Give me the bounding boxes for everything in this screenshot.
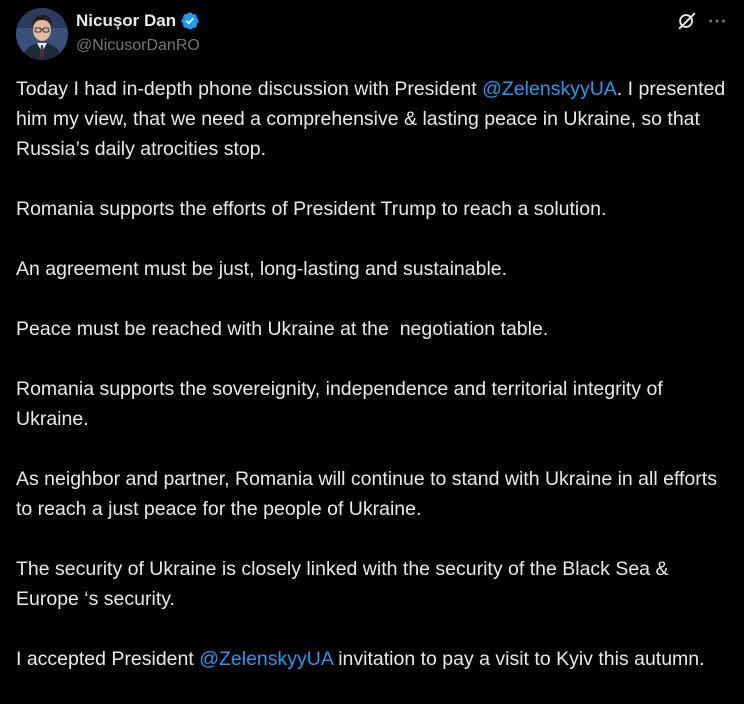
mention-link[interactable]: @ZelenskyyUA [482, 78, 617, 100]
display-name[interactable]: Nicușor Dan [76, 10, 176, 32]
tweet-text: Today I had in-depth phone discussion wi… [16, 74, 728, 704]
text-segment: invitation to pay a visit to Kyiv this a… [332, 648, 705, 670]
tweet-header: Nicușor Dan @NicusorDanRO [16, 8, 728, 60]
text-segment: Today I had in-depth phone discussion wi… [16, 78, 483, 100]
author-handle[interactable]: @NicusorDanRO [76, 35, 200, 57]
display-name-row: Nicușor Dan [76, 10, 200, 32]
tweet-paragraph: Today I had in-depth phone discussion wi… [16, 74, 728, 164]
tweet-paragraph: Romania supports the sovereignity, indep… [16, 378, 663, 430]
header-actions [676, 8, 728, 34]
more-options-icon[interactable] [706, 10, 728, 32]
tweet-paragraph: I accepted President @ZelenskyyUA invita… [16, 644, 728, 674]
tweet-paragraph: Romania supports the efforts of Presiden… [16, 198, 607, 220]
tweet-paragraph: An agreement must be just, long-lasting … [16, 258, 508, 280]
tweet-paragraph: Peace must be reached with Ukraine at th… [16, 318, 549, 340]
text-segment: I accepted President [16, 648, 200, 670]
avatar[interactable] [16, 8, 68, 60]
avatar-image [16, 8, 68, 60]
tweet-paragraph: As neighbor and partner, Romania will co… [16, 468, 717, 520]
mention-link[interactable]: @ZelenskyyUA [199, 648, 333, 670]
grok-icon[interactable] [676, 10, 698, 32]
author-names: Nicușor Dan @NicusorDanRO [76, 10, 200, 57]
tweet-paragraph: The security of Ukraine is closely linke… [16, 558, 669, 610]
verified-badge-icon[interactable] [180, 11, 200, 31]
